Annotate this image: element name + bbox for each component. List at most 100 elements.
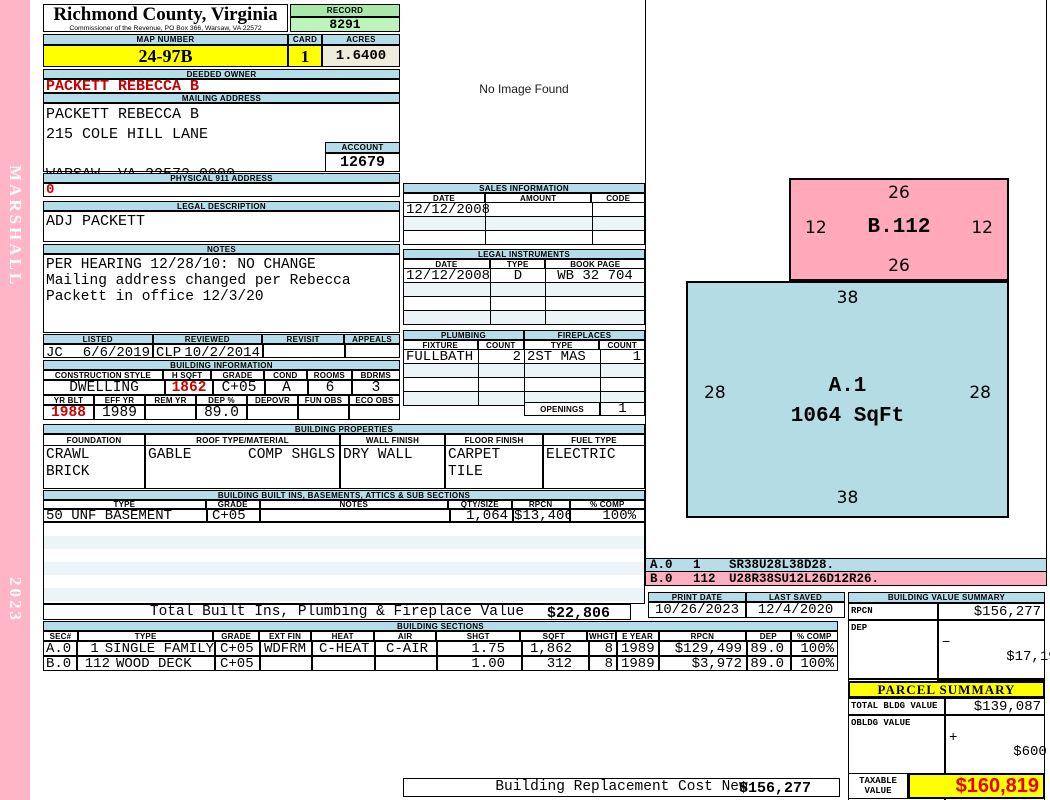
legend-b-trace: U28R38SU12L26D12R26. <box>729 571 880 586</box>
ps-row-obldg: OBLDG VALUE + $600 <box>848 715 1047 774</box>
card-header: CARD <box>288 34 322 45</box>
bs-b-comp: 100% <box>791 656 838 671</box>
reviewed-date: 10/2/2014 <box>184 345 260 361</box>
dep-pct-value: 89.0 <box>196 405 247 420</box>
card-value: 1 <box>288 45 322 67</box>
construction-style-header: CONSTRUCTION STYLE <box>43 370 163 380</box>
sketch-area: 26 12 B.112 12 26 38 28 A.1 28 1064 SqFt… <box>645 0 1047 558</box>
shape-b-bottom-dim: 26 <box>888 256 910 276</box>
building-info-values-1: DWELLING 1862 C+05 A 6 3 <box>43 380 400 395</box>
replacement-cost-value: $156,277 <box>738 780 811 797</box>
yrblt-value: 1988 <box>43 405 94 420</box>
wall-finish-value: DRY WALL <box>343 447 413 463</box>
revisit-header: REVISIT <box>262 334 345 344</box>
appeals-value <box>345 344 400 358</box>
county-title: Richmond County, Virginia <box>53 4 278 25</box>
floor-finish-header: FLOOR FINISH <box>445 434 543 446</box>
shape-a-sqft: 1064 SqFt <box>790 405 905 428</box>
built-ins-total-value: $22,806 <box>546 605 610 622</box>
acres-header: ACRES <box>322 34 400 45</box>
legend-a-trace: SR38U28L38D28. <box>729 558 835 572</box>
print-date-header: PRINT DATE <box>648 592 746 602</box>
funobs-header: FUN OBS <box>298 395 349 405</box>
foundation-line-1: CRAWL <box>46 447 90 463</box>
record-number: 8291 <box>290 17 400 32</box>
left-margin-strip: MARSHALL 2023 <box>0 0 30 800</box>
bs-a-dep: 89.0 <box>747 641 791 656</box>
bs-b-rpcn: $3,972 <box>659 656 747 671</box>
acres-value: 1.6400 <box>322 45 400 67</box>
appeals-header: APPEALS <box>344 334 400 344</box>
plumbing-row1-count: 2 <box>479 350 525 364</box>
bs-b-air <box>375 656 437 671</box>
listed-header: LISTED <box>43 334 153 344</box>
roof-material: COMP SHGLS <box>248 447 336 463</box>
revisit-value <box>263 344 345 358</box>
physical-911-value: 0 <box>43 183 400 197</box>
ps-obldg-amount: $600 <box>1013 744 1047 760</box>
bvs-rpcn-label: RPCN <box>848 603 938 620</box>
legal-description-value: ADJ PACKETT <box>43 211 400 242</box>
shape-a-bottom-dim: 38 <box>836 488 859 508</box>
li-row1-type: D <box>491 269 546 283</box>
bs-heat-header: HEAT <box>311 631 375 641</box>
bs-a-air: C-AIR <box>375 641 437 656</box>
ps-obldg-sign: + <box>949 730 958 746</box>
foundation-column: FOUNDATION CRAWL BRICK <box>43 434 145 489</box>
effyr-header: EFF YR <box>94 395 145 405</box>
openings-value: 1 <box>600 402 645 416</box>
bs-b-whgt: 8 <box>589 656 617 671</box>
rooms-value: 6 <box>308 380 352 395</box>
grade-value: C+05 <box>213 380 265 395</box>
legend-a-code: 1 <box>693 558 701 572</box>
building-info-headers-1: CONSTRUCTION STYLE H SQFT GRADE COND ROO… <box>43 370 400 380</box>
bvs-dep-value: − $17,190 <box>938 620 1050 679</box>
roof-header: ROOF TYPE/MATERIAL <box>145 434 340 446</box>
ps-obldg-label: OBLDG VALUE <box>848 715 945 774</box>
commissioner-line: Commissioner of the Revenue, PO Box 366,… <box>69 25 262 32</box>
plumbing-fireplaces-rows: FULLBATH 2 2ST MAS 1 <box>403 350 645 406</box>
ecoobs-value <box>349 405 400 420</box>
foundation-line-2: BRICK <box>46 463 90 480</box>
bs-type-header: TYPE <box>77 631 214 641</box>
rooms-header: ROOMS <box>307 370 352 380</box>
bs-rpcn-header: RPCN <box>658 631 746 641</box>
bs-sec-header: SEC# <box>43 631 78 641</box>
shape-b-top-dim: 26 <box>888 183 910 203</box>
note-line-3: Packett in office 12/3/20 <box>46 289 264 305</box>
building-information-header: BUILDING INFORMATION <box>43 360 400 370</box>
legend-b-code: 112 <box>693 571 716 586</box>
sketch-legend-row-b: B.0 112 U28R38SU12L26D12R26. <box>645 572 1047 586</box>
built-ins-header: BUILDING BUILT INS, BASEMENTS, ATTICS & … <box>43 490 645 500</box>
shape-a-label: A.1 <box>828 375 867 398</box>
dep-pct-header: DEP % <box>196 395 247 405</box>
building-sections-col-headers: SEC# TYPE GRADE EXT FIN HEAT AIR SHGT SQ… <box>43 631 838 641</box>
bs-whgt-header: WHGT <box>587 631 617 641</box>
sketch-legend-row-a: A.0 1 SR38U28L38D28. <box>645 558 1047 572</box>
notes-box: PER HEARING 12/28/10: NO CHANGE Mailing … <box>43 254 400 333</box>
bs-dep-header: DEP <box>745 631 791 641</box>
building-properties-table: FOUNDATION CRAWL BRICK ROOF TYPE/MATERIA… <box>43 434 645 489</box>
sales-code-header: CODE <box>591 193 645 203</box>
record-header: RECORD <box>290 4 400 17</box>
ps-total-bldg-value: $139,087 <box>945 698 1045 715</box>
taxable-value-amount: $160,819 <box>908 773 1045 799</box>
building-sections-header: BUILDING SECTIONS <box>43 621 838 631</box>
foundation-header: FOUNDATION <box>43 434 145 446</box>
bs-shgt-header: SHGT <box>436 631 521 641</box>
shape-a-top-dim: 38 <box>836 288 859 308</box>
sketch-shape-b: 26 12 B.112 12 26 <box>789 178 1009 281</box>
reviewed-value: CLP 10/2/2014 <box>153 344 263 361</box>
bvs-row-dep: DEP − $17,190 <box>848 620 1050 679</box>
bs-b-type-code: 112 <box>84 656 110 672</box>
bs-a-type-name: SINGLE FAMILY <box>104 641 214 657</box>
fireplaces-row1-type: 2ST MAS <box>525 350 601 364</box>
bs-b-shgt: 1.00 <box>437 656 522 671</box>
bs-b-sqft: 312 <box>522 656 589 671</box>
legend-b-sec: B.0 <box>650 571 673 586</box>
parcel-summary-header: PARCEL SUMMARY <box>848 681 1045 698</box>
mailing-address-header: MAILING ADDRESS <box>43 93 400 103</box>
mailing-line-1: PACKETT REBECCA B <box>46 106 200 123</box>
bs-b-eyear: 1989 <box>617 656 659 671</box>
bs-b-sec: B.0 <box>43 656 77 671</box>
